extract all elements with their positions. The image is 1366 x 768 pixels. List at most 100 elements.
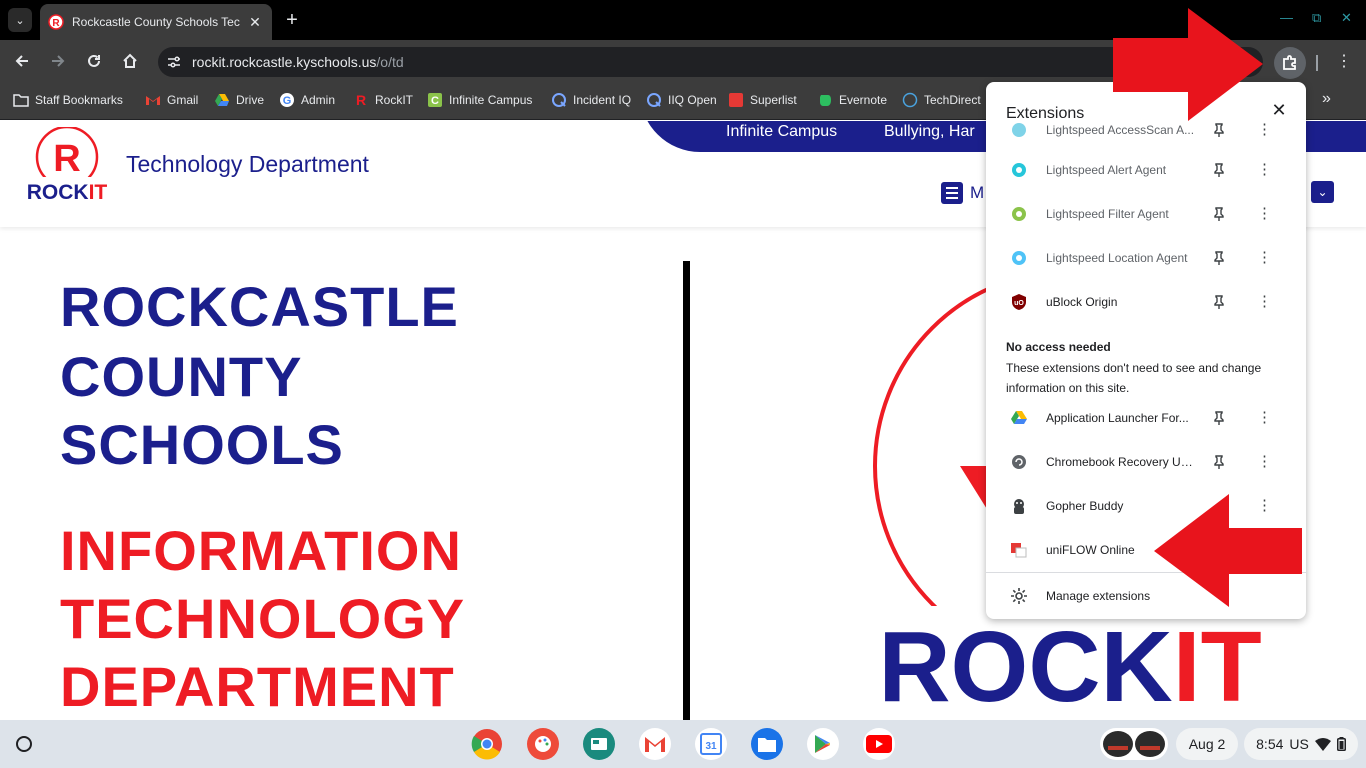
nav-link-bullying[interactable]: Bullying, Har — [884, 123, 975, 141]
bookmark-techdirect[interactable]: TechDirect — [902, 92, 981, 108]
tab-search-chevron-icon[interactable]: ⌄ — [8, 8, 32, 32]
bookmark-superlist[interactable]: Superlist — [728, 92, 797, 108]
youtube-app-icon[interactable] — [863, 728, 895, 760]
status-tray[interactable]: 8:54 US — [1244, 728, 1358, 760]
extensions-button[interactable] — [1274, 47, 1306, 79]
bookmark-label: IIQ Open — [668, 93, 717, 107]
address-bar[interactable]: rockit.rockcastle.kyschools.us/o/td — [158, 47, 1263, 77]
bookmark-infinite-campus[interactable]: C Infinite Campus — [427, 92, 532, 108]
pin-icon[interactable] — [1211, 294, 1227, 310]
more-options-icon[interactable]: ⋮ — [1257, 122, 1272, 138]
extension-name: Lightspeed Location Agent — [1046, 251, 1188, 265]
pin-icon[interactable] — [1211, 410, 1227, 426]
canvas-app-icon[interactable] — [527, 728, 559, 760]
svg-text:uO: uO — [1014, 300, 1024, 307]
extension-name: Lightspeed Alert Agent — [1046, 163, 1167, 177]
svg-text:C: C — [431, 95, 439, 107]
red-arrow-annotation — [1113, 8, 1263, 121]
more-options-icon[interactable]: ⋮ — [1257, 410, 1272, 426]
bookmark-admin[interactable]: G Admin — [279, 92, 335, 108]
reload-icon[interactable] — [85, 52, 103, 70]
home-icon[interactable] — [121, 52, 139, 70]
classroom-app-icon[interactable] — [583, 728, 615, 760]
extension-item[interactable]: Lightspeed Location Agent ⋮ — [986, 236, 1306, 280]
forward-icon[interactable] — [49, 52, 67, 70]
drive-icon — [215, 94, 229, 106]
svg-text:G: G — [283, 95, 292, 107]
gmail-app-icon[interactable] — [639, 728, 671, 760]
calendar-app-icon[interactable]: 31 — [695, 728, 727, 760]
dell-icon — [902, 92, 918, 108]
bookmarks-overflow-icon[interactable]: » — [1322, 90, 1331, 108]
iiq-icon — [647, 93, 661, 107]
new-tab-button[interactable]: + — [282, 9, 302, 31]
more-options-icon[interactable]: ⋮ — [1257, 206, 1272, 222]
minimize-icon[interactable]: — — [1280, 10, 1293, 25]
date-text: Aug 2 — [1188, 736, 1226, 752]
more-options-icon[interactable]: ⋮ — [1257, 454, 1272, 470]
bookmark-drive[interactable]: Drive — [214, 92, 264, 108]
extension-item[interactable]: Lightspeed Filter Agent ⋮ — [986, 192, 1306, 236]
restore-icon[interactable]: ⧉ — [1312, 10, 1321, 26]
pin-icon[interactable] — [1211, 454, 1227, 470]
play-store-app-icon[interactable] — [807, 728, 839, 760]
user-avatar-thumbnail[interactable] — [1100, 728, 1168, 760]
rockit-favicon-icon: R — [48, 14, 64, 30]
chevron-down-icon[interactable]: ⌄ — [1311, 181, 1334, 203]
avatar-image-icon — [1103, 731, 1165, 757]
extension-item[interactable]: Chromebook Recovery Util... ⋮ — [986, 440, 1306, 484]
no-access-description: These extensions don't need to see and c… — [1006, 361, 1262, 395]
bookmark-label: Incident IQ — [573, 93, 632, 107]
extension-name: uBlock Origin — [1046, 295, 1118, 309]
close-window-icon[interactable]: ✕ — [1341, 10, 1352, 26]
wifi-icon — [1314, 738, 1331, 751]
chrome-menu-icon[interactable]: ⋮ — [1336, 52, 1352, 72]
pin-icon[interactable] — [1211, 206, 1227, 222]
date-pill[interactable]: Aug 2 — [1176, 728, 1238, 760]
active-tab[interactable]: R Rockcastle County Schools Tec ✕ — [40, 4, 272, 40]
gopher-icon — [1014, 499, 1024, 514]
bookmark-staff-bookmarks[interactable]: Staff Bookmarks — [13, 92, 123, 108]
youtube-icon — [866, 735, 892, 753]
chrome-app-icon[interactable] — [471, 728, 503, 760]
more-options-icon[interactable]: ⋮ — [1257, 294, 1272, 310]
rockit-logo[interactable]: R ROCKIT — [22, 127, 112, 207]
hero-line-2: COUNTY — [60, 345, 303, 408]
pin-icon[interactable] — [1211, 122, 1227, 138]
menu-label[interactable]: M — [970, 183, 984, 203]
uniflow-icon — [1011, 543, 1027, 558]
campus-icon: C — [428, 93, 442, 107]
bookmark-gmail[interactable]: Gmail — [145, 92, 198, 108]
toolbar-separator — [1316, 55, 1318, 71]
site-info-icon[interactable] — [166, 54, 182, 70]
time-text: 8:54 — [1256, 736, 1284, 752]
bookmark-evernote[interactable]: Evernote — [817, 92, 887, 108]
pin-icon[interactable] — [1211, 162, 1227, 178]
classroom-icon — [591, 738, 607, 750]
url-path: /o/td — [376, 54, 404, 70]
files-app-icon[interactable] — [751, 728, 783, 760]
bookmark-rockit[interactable]: R RockIT — [353, 92, 413, 108]
no-access-heading: No access needed — [1006, 340, 1111, 354]
more-options-icon[interactable]: ⋮ — [1257, 250, 1272, 266]
screen: { "browser": { "tab_title": "Rockcastle … — [0, 0, 1366, 768]
lightspeed-alert-icon — [1012, 163, 1026, 177]
tab-title: Rockcastle County Schools Tec — [72, 15, 240, 29]
bookmark-incident-iq[interactable]: Incident IQ — [551, 92, 631, 108]
lightspeed-location-icon — [1012, 251, 1026, 265]
bookmark-label: Superlist — [750, 93, 797, 107]
nav-link-infinite-campus[interactable]: Infinite Campus — [726, 123, 837, 141]
extension-item[interactable]: Application Launcher For... ⋮ — [986, 396, 1306, 440]
extension-item[interactable]: uO uBlock Origin ⋮ — [986, 280, 1306, 324]
pin-icon[interactable] — [1211, 250, 1227, 266]
bookmark-iiq-open[interactable]: IIQ Open — [646, 92, 717, 108]
extension-item[interactable]: Lightspeed Alert Agent ⋮ — [986, 148, 1306, 192]
launcher-icon[interactable] — [16, 736, 32, 752]
red-arrow-annotation — [1154, 494, 1302, 607]
hero-line-6: DEPARTMENT — [60, 655, 455, 718]
more-options-icon[interactable]: ⋮ — [1257, 162, 1272, 178]
hamburger-menu-icon[interactable] — [941, 182, 963, 204]
rockit-icon: R — [356, 92, 366, 108]
tab-close-icon[interactable]: ✕ — [246, 14, 264, 31]
back-icon[interactable] — [13, 52, 31, 70]
